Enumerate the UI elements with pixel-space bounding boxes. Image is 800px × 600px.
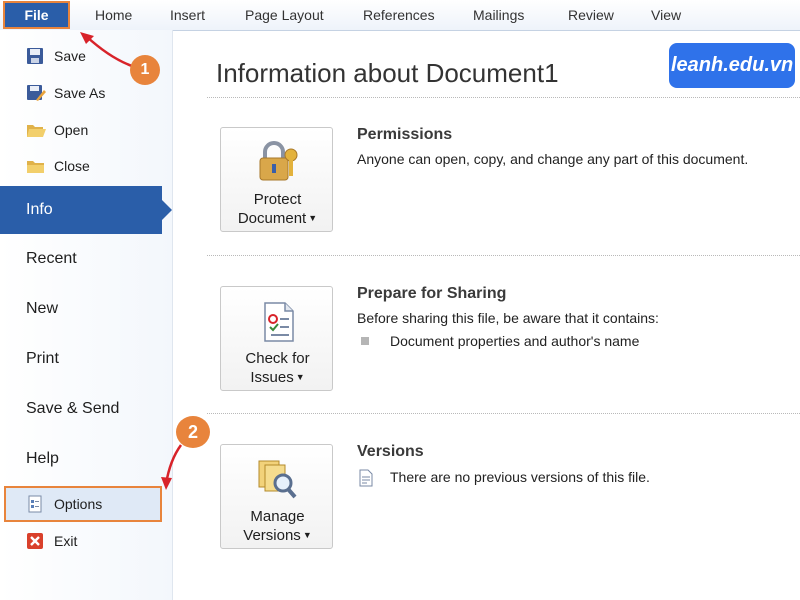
- divider: [207, 255, 800, 256]
- manage-versions-label-line2: Versions: [243, 527, 301, 544]
- step-badge-1: 1: [130, 55, 160, 85]
- check-for-issues-button[interactable]: Check for Issues ▼: [220, 286, 333, 391]
- versions-magnifier-icon: [253, 455, 301, 503]
- dropdown-caret-icon: ▼: [308, 213, 318, 223]
- versions-text: There are no previous versions of this f…: [390, 469, 650, 485]
- versions-title: Versions: [357, 443, 424, 460]
- protect-document-label-line1: Protect: [253, 191, 302, 208]
- sharing-title: Prepare for Sharing: [357, 285, 507, 302]
- permissions-text: Anyone can open, copy, and change any pa…: [357, 151, 749, 167]
- manage-versions-button[interactable]: Manage Versions ▼: [220, 444, 333, 549]
- sharing-text: Before sharing this file, be aware that …: [357, 310, 659, 326]
- manage-versions-label-line1: Manage: [250, 508, 305, 525]
- step-badge-2: 2: [176, 416, 210, 448]
- check-for-issues-label-line1: Check for: [245, 350, 310, 367]
- protect-document-label-line2: Document: [237, 210, 307, 227]
- dropdown-caret-icon: ▼: [295, 372, 305, 382]
- checklist-document-icon: [253, 297, 301, 345]
- page-title: Information about Document1: [216, 58, 559, 88]
- bullet-icon: [361, 337, 369, 345]
- divider: [207, 413, 800, 414]
- protect-document-button[interactable]: Protect Document ▼: [220, 127, 333, 232]
- sharing-bullet-item: Document properties and author's name: [390, 333, 640, 349]
- dropdown-caret-icon: ▼: [302, 530, 312, 540]
- arrow-head-2: [161, 477, 172, 490]
- arrow-to-file-tab: [85, 35, 133, 68]
- watermark: leanh.edu.vn: [669, 43, 795, 88]
- lock-key-icon: [253, 138, 301, 186]
- check-for-issues-label-line2: Issues: [250, 369, 294, 386]
- version-document-icon: [357, 469, 375, 487]
- permissions-title: Permissions: [357, 126, 453, 143]
- divider: [207, 97, 800, 98]
